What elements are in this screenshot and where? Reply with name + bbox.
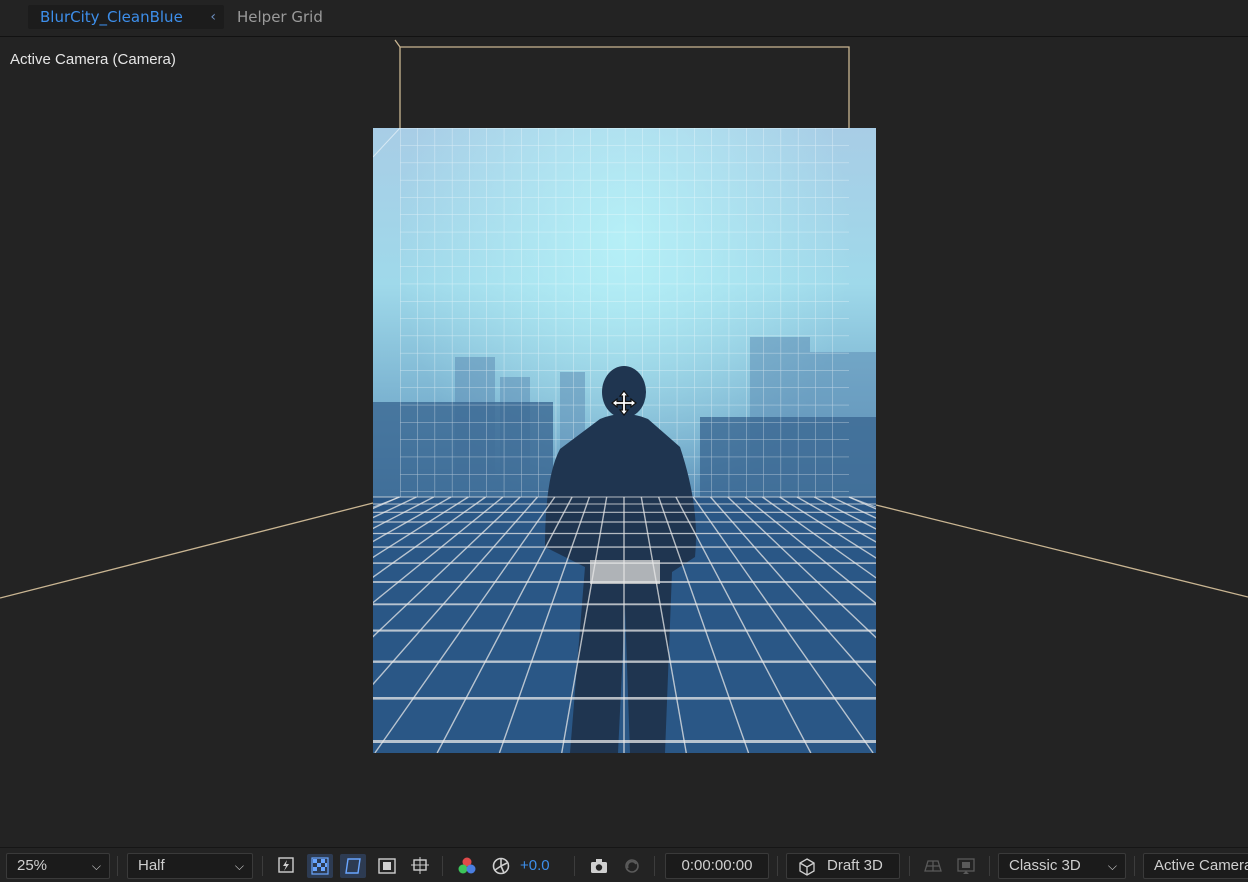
- tab-label: BlurCity_CleanBlue: [40, 8, 183, 26]
- tab-label: Helper Grid: [237, 8, 323, 26]
- composition-viewer[interactable]: Active Camera (Camera): [0, 37, 1248, 845]
- separator: [654, 856, 655, 876]
- chevron-down-icon: ⌵: [1107, 859, 1117, 873]
- separator: [989, 856, 990, 876]
- exposure-value[interactable]: +0.0: [520, 853, 550, 879]
- zoom-dropdown[interactable]: 25% ⌵: [6, 853, 110, 879]
- tab-bar: BlurCity_CleanBlue ‹ Helper Grid: [0, 0, 1248, 37]
- zoom-value: 25%: [17, 857, 48, 874]
- transparency-grid-icon[interactable]: [307, 854, 333, 878]
- tab-helper-grid[interactable]: Helper Grid: [225, 5, 335, 29]
- chevron-left-icon[interactable]: ‹: [210, 5, 216, 29]
- separator: [574, 856, 575, 876]
- separator: [1134, 856, 1135, 876]
- draft-3d-label: Draft 3D: [827, 857, 883, 874]
- active-camera-label: Active Camera (Camera): [10, 51, 176, 68]
- camera-snapshot-icon[interactable]: [586, 854, 612, 878]
- draft-3d-toggle[interactable]: Draft 3D: [786, 853, 900, 879]
- scene-canvas[interactable]: [0, 37, 1248, 845]
- mask-visibility-icon[interactable]: [340, 854, 366, 878]
- separator: [909, 856, 910, 876]
- renderer-dropdown[interactable]: Classic 3D ⌵: [998, 853, 1126, 879]
- view-value: Active Camera: [1154, 857, 1248, 874]
- timecode-value: 0:00:00:00: [681, 857, 753, 874]
- renderer-value: Classic 3D: [1009, 857, 1081, 874]
- draft-3d-cube-icon: [799, 858, 815, 876]
- chevron-down-icon: ⌵: [234, 859, 244, 873]
- separator: [442, 856, 443, 876]
- resolution-value: Half: [138, 857, 165, 874]
- resolution-dropdown[interactable]: Half ⌵: [127, 853, 253, 879]
- rgb-channels-icon[interactable]: [454, 854, 480, 878]
- chevron-down-icon: ⌵: [91, 859, 101, 873]
- footage-layer[interactable]: [0, 128, 1248, 793]
- reset-exposure-icon[interactable]: [488, 854, 514, 878]
- ground-plane-icon[interactable]: [920, 854, 946, 878]
- show-snapshot-icon[interactable]: [619, 854, 645, 878]
- grid-guides-icon[interactable]: [407, 854, 433, 878]
- view-dropdown[interactable]: Active Camera: [1143, 853, 1248, 879]
- separator: [262, 856, 263, 876]
- timecode-field[interactable]: 0:00:00:00: [665, 853, 769, 879]
- tab-blurcity-cleanblue[interactable]: BlurCity_CleanBlue ‹: [28, 5, 224, 29]
- viewer-toolbar: 25% ⌵ Half ⌵ +0.0 0:00:00:00 Draft 3D Cl…: [0, 847, 1248, 882]
- region-of-interest-icon[interactable]: [374, 854, 400, 878]
- fast-preview-icon[interactable]: [274, 854, 300, 878]
- separator: [777, 856, 778, 876]
- extended-viewer-icon[interactable]: [953, 854, 979, 878]
- separator: [117, 856, 118, 876]
